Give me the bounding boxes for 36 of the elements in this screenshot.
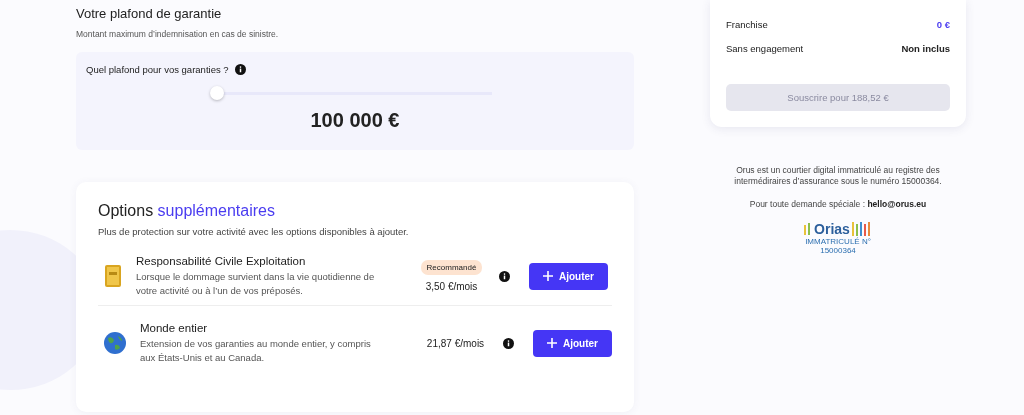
orias-number: 15000364: [820, 246, 856, 255]
bars-icon: [804, 223, 813, 235]
bars-icon: [851, 222, 872, 236]
globe-icon: [104, 332, 126, 354]
summary-label: Franchise: [726, 18, 768, 30]
recommended-badge: Recommandé: [420, 260, 483, 275]
orias-name: Orias: [814, 221, 850, 237]
slider-thumb[interactable]: [210, 86, 224, 100]
broker-notice: Orus est un courtier digital immatriculé au registre des intermédiraires d’assurance sous le numéro 15000364.: [733, 165, 943, 187]
info-icon[interactable]: [234, 64, 246, 75]
option-name: Monde entier: [140, 321, 209, 334]
summary-value: 0 €: [936, 18, 950, 30]
option-description: Lorsque le dommage survient dans la vie quotidienne de votre activité ou à l’un de vos préposés.: [136, 269, 376, 298]
options-title: Options: [98, 202, 154, 219]
add-button[interactable]: Ajouter: [533, 329, 612, 357]
contact-email[interactable]: hello@orus.eu: [867, 199, 927, 209]
plus-icon: [547, 338, 557, 348]
info-icon[interactable]: [499, 270, 510, 282]
section-subtitle: Montant maximum d’indemnisation en cas de sinistre.: [76, 29, 280, 39]
option-price: 3,50 €/mois: [425, 281, 478, 292]
summary-value: Non inclus: [901, 42, 950, 54]
book-icon: [104, 264, 122, 288]
summary-label: Sans engagement: [726, 42, 804, 54]
option-description: Extension de vos garanties au monde entier, y compris aux États-Unis et au Canada.: [140, 336, 372, 365]
add-button[interactable]: Ajouter: [529, 262, 608, 290]
section-title: Votre plafond de garantie: [76, 6, 223, 21]
options-subtitle: Plus de protection sur votre activité avec les options disponibles à ajouter.: [98, 226, 410, 237]
plus-icon: [543, 271, 553, 281]
info-icon[interactable]: [503, 337, 514, 349]
option-name: Responsabilité Civile Exploitation: [136, 254, 307, 267]
question-label: Quel plafond pour vos garanties ?: [86, 64, 229, 75]
orias-caption: IMMATRICULÉ N°: [805, 237, 871, 246]
limit-amount: 100 000 €: [309, 109, 401, 132]
options-title-accent: supplémentaires: [157, 202, 275, 219]
option-price: 21,87 €/mois: [426, 337, 485, 349]
contact-label: Pour toute demande spéciale :: [749, 199, 866, 209]
